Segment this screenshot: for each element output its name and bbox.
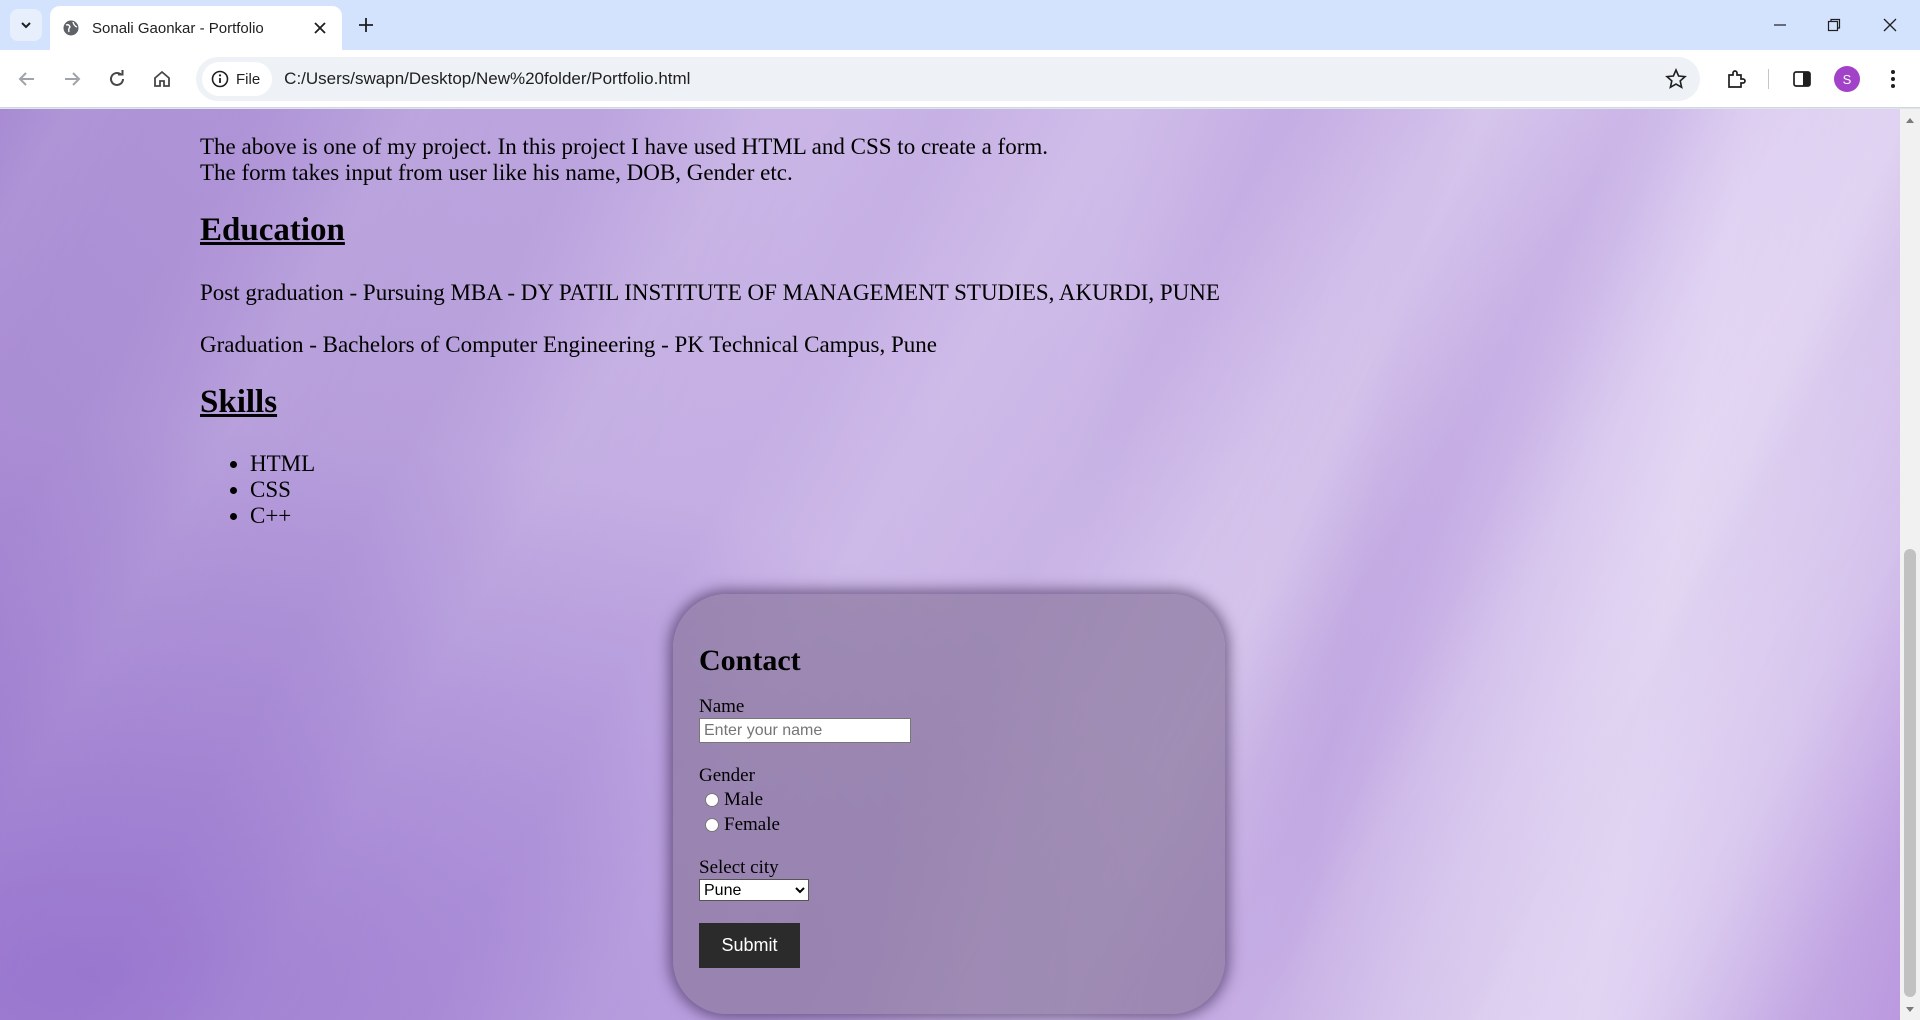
url-text: C:/Users/swapn/Desktop/New%20folder/Port… [284,69,691,88]
female-label: Female [724,813,780,835]
minimize-button[interactable] [1752,0,1808,50]
scroll-thumb[interactable] [1904,549,1916,997]
browser-toolbar: File C:/Users/swapn/Desktop/New%20folder… [0,50,1920,108]
tab-strip: Sonali Gaonkar - Portfolio [0,0,1920,50]
chevron-down-icon [21,22,31,29]
gender-label: Gender [699,765,755,786]
project-description: The above is one of my project. In this … [200,134,1048,186]
scroll-down-arrow-icon[interactable] [1904,1005,1916,1015]
female-radio[interactable] [705,817,719,832]
education-heading: Education [200,212,345,248]
page-scrollbar[interactable] [1900,109,1920,1020]
profile-avatar[interactable]: S [1834,66,1860,92]
male-label: Male [724,788,764,810]
arrow-left-icon [18,72,34,86]
male-radio[interactable] [705,792,719,807]
globe-icon [62,19,80,37]
name-input[interactable] [699,718,911,743]
new-tab-button[interactable] [352,11,380,39]
skills-list: HTML CSS C++ [250,451,315,529]
gender-option-male[interactable]: Male [699,787,1225,812]
restore-icon [1827,18,1841,32]
bookmark-star-icon[interactable] [1664,67,1688,91]
skill-item: CSS [250,477,315,503]
tab-search-button[interactable] [10,9,42,41]
address-bar[interactable]: File C:/Users/swapn/Desktop/New%20folder… [196,57,1700,101]
reload-icon [110,70,124,86]
skill-item: HTML [250,451,315,477]
close-tab-icon[interactable] [310,18,330,38]
site-chip-label: File [236,70,261,88]
name-label: Name [699,696,745,717]
city-label: Select city [699,857,779,878]
city-select[interactable]: Pune [699,879,809,901]
gender-option-female[interactable]: Female [699,812,1225,837]
portfolio-page: The above is one of my project. In this … [0,109,1900,1020]
info-icon [211,70,229,88]
plus-icon [359,18,373,32]
page-viewport: The above is one of my project. In this … [0,109,1900,1020]
forward-button[interactable] [54,61,90,97]
extensions-icon[interactable] [1722,65,1750,93]
submit-button[interactable]: Submit [699,923,800,968]
home-icon [154,70,170,87]
close-icon [1883,18,1897,32]
contact-form: Contact Name Gender Male Female Select c… [673,594,1225,1014]
skills-heading: Skills [200,384,278,420]
scroll-up-arrow-icon[interactable] [1904,115,1916,125]
project-description-line-2: The form takes input from user like his … [200,160,793,185]
skill-item: C++ [250,503,315,529]
post-graduation-text: Post graduation - Pursuing MBA - DY PATI… [200,280,1220,305]
restore-button[interactable] [1806,0,1862,50]
site-info-chip[interactable]: File [202,62,273,96]
toolbar-divider [1768,69,1769,89]
home-button[interactable] [144,61,180,97]
graduation-text: Graduation - Bachelors of Computer Engin… [200,332,937,357]
reload-button[interactable] [99,61,135,97]
back-button[interactable] [9,61,45,97]
side-panel-icon[interactable] [1788,65,1816,93]
active-tab[interactable]: Sonali Gaonkar - Portfolio [50,6,342,50]
contact-heading: Contact [699,644,801,677]
project-description-line-1: The above is one of my project. In this … [200,134,1048,159]
minimize-icon [1774,24,1786,26]
close-window-button[interactable] [1862,0,1918,50]
more-menu-icon[interactable] [1879,65,1907,93]
tab-title: Sonali Gaonkar - Portfolio [92,19,264,37]
arrow-right-icon [65,72,81,86]
